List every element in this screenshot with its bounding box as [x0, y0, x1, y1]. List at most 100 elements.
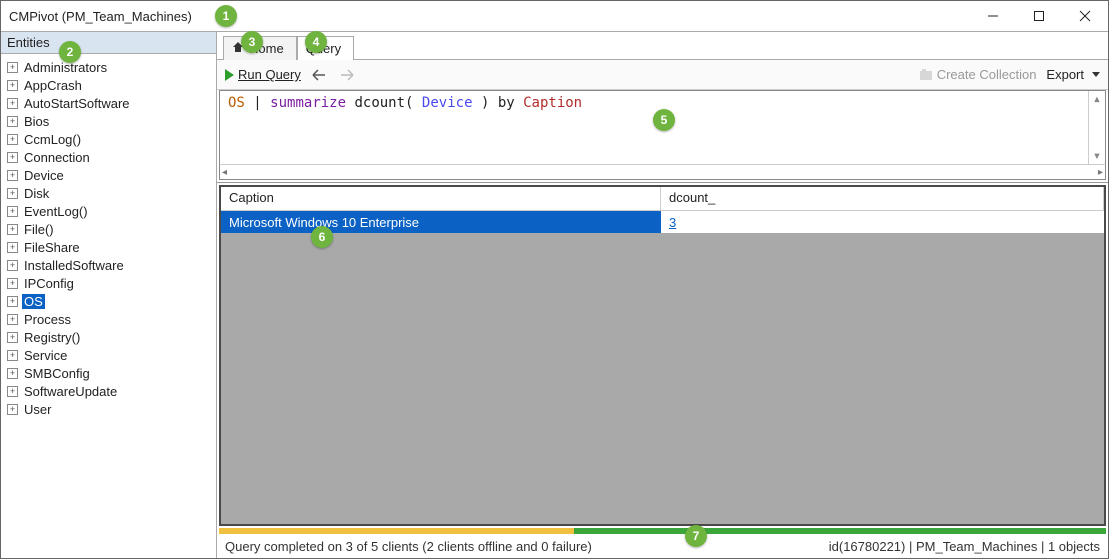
status-bar: Query completed on 3 of 5 clients (2 cli…: [217, 534, 1108, 558]
app-window: 1 2 3 4 5 6 7 CMPivot (PM_Team_Machines)…: [0, 0, 1109, 559]
expand-icon[interactable]: +: [7, 152, 18, 163]
sidebar-item-label: FileShare: [22, 240, 82, 255]
minimize-button[interactable]: [970, 1, 1016, 31]
expand-icon[interactable]: +: [7, 242, 18, 253]
sidebar-item-ccmlog[interactable]: + CcmLog(): [3, 130, 214, 148]
sidebar-item-label: Connection: [22, 150, 92, 165]
sidebar-item-registry[interactable]: + Registry(): [3, 328, 214, 346]
sidebar-item-label: Disk: [22, 186, 51, 201]
sidebar-item-administrators[interactable]: +Administrators: [3, 58, 214, 76]
export-label: Export: [1046, 67, 1084, 82]
run-query-button[interactable]: Run Query: [225, 67, 301, 82]
callout-5: 5: [653, 109, 675, 131]
expand-icon[interactable]: +: [7, 134, 18, 145]
expand-icon[interactable]: +: [7, 296, 18, 307]
sidebar-item-eventlog[interactable]: + EventLog(): [3, 202, 214, 220]
callout-7: 7: [685, 525, 707, 547]
entities-tree[interactable]: +Administrators+AppCrash+AutoStartSoftwa…: [1, 54, 216, 558]
window-title: CMPivot (PM_Team_Machines): [9, 9, 192, 24]
sidebar-item-os[interactable]: + OS: [3, 292, 214, 310]
expand-icon[interactable]: +: [7, 98, 18, 109]
sidebar-item-connection[interactable]: + Connection: [3, 148, 214, 166]
expand-icon[interactable]: +: [7, 188, 18, 199]
sidebar-item-fileshare[interactable]: + FileShare: [3, 238, 214, 256]
run-query-label: Run Query: [238, 67, 301, 82]
callout-6: 6: [311, 226, 333, 248]
grid-header: Caption dcount_: [221, 187, 1104, 211]
sidebar-item-label: Service: [22, 348, 69, 363]
collection-icon: [919, 68, 933, 82]
expand-icon[interactable]: +: [7, 314, 18, 325]
status-message: Query completed on 3 of 5 clients (2 cli…: [225, 539, 592, 554]
expand-icon[interactable]: +: [7, 386, 18, 397]
expand-icon[interactable]: +: [7, 332, 18, 343]
expand-icon[interactable]: +: [7, 368, 18, 379]
table-row[interactable]: Microsoft Windows 10 Enterprise 3: [221, 211, 1104, 233]
sidebar-item-label: File(): [22, 222, 56, 237]
sidebar-item-label: EventLog(): [22, 204, 90, 219]
sidebar-item-softwareupdate[interactable]: + SoftwareUpdate: [3, 382, 214, 400]
sidebar-item-disk[interactable]: + Disk: [3, 184, 214, 202]
window-controls: [970, 1, 1108, 31]
results-grid: Caption dcount_ Microsoft Windows 10 Ent…: [219, 185, 1106, 526]
expand-icon[interactable]: +: [7, 80, 18, 91]
sidebar-item-bios[interactable]: + Bios: [3, 112, 214, 130]
play-icon: [225, 69, 234, 81]
sidebar-item-process[interactable]: + Process: [3, 310, 214, 328]
sidebar-item-device[interactable]: + Device: [3, 166, 214, 184]
sidebar-item-label: AppCrash: [22, 78, 84, 93]
sidebar-item-service[interactable]: + Service: [3, 346, 214, 364]
nav-back-button[interactable]: [311, 68, 329, 82]
expand-icon[interactable]: +: [7, 206, 18, 217]
callout-3: 3: [241, 31, 263, 53]
sidebar-item-label: SoftwareUpdate: [22, 384, 119, 399]
sidebar-item-appcrash[interactable]: + AppCrash: [3, 76, 214, 94]
sidebar-item-label: CcmLog(): [22, 132, 83, 147]
column-header-caption[interactable]: Caption: [221, 187, 661, 211]
close-button[interactable]: [1062, 1, 1108, 31]
sidebar-item-label: IPConfig: [22, 276, 76, 291]
query-toolbar: Run Query Create Collection Export: [217, 60, 1108, 90]
maximize-button[interactable]: [1016, 1, 1062, 31]
titlebar: CMPivot (PM_Team_Machines): [1, 1, 1108, 31]
sidebar-item-label: OS: [22, 294, 45, 309]
create-collection-label: Create Collection: [937, 67, 1037, 82]
sidebar-item-ipconfig[interactable]: + IPConfig: [3, 274, 214, 292]
nav-forward-button[interactable]: [339, 68, 357, 82]
sidebar-item-installedsoftware[interactable]: + InstalledSoftware: [3, 256, 214, 274]
sidebar-item-file[interactable]: + File(): [3, 220, 214, 238]
sidebar-item-user[interactable]: + User: [3, 400, 214, 418]
expand-icon[interactable]: +: [7, 278, 18, 289]
export-button[interactable]: Export: [1046, 67, 1100, 82]
expand-icon[interactable]: +: [7, 170, 18, 181]
create-collection-button[interactable]: Create Collection: [919, 67, 1037, 82]
entities-header: Entities: [1, 32, 216, 54]
expand-icon[interactable]: +: [7, 404, 18, 415]
cell-dcount[interactable]: 3: [661, 211, 1104, 233]
chevron-down-icon: [1092, 72, 1100, 77]
expand-icon[interactable]: +: [7, 62, 18, 73]
sidebar-item-label: Device: [22, 168, 66, 183]
sidebar-item-label: SMBConfig: [22, 366, 92, 381]
column-header-dcount[interactable]: dcount_: [661, 187, 1104, 211]
callout-4: 4: [305, 31, 327, 53]
sidebar-item-label: Process: [22, 312, 73, 327]
status-context: id(16780221) | PM_Team_Machines | 1 obje…: [829, 539, 1100, 554]
sidebar-item-label: InstalledSoftware: [22, 258, 126, 273]
expand-icon[interactable]: +: [7, 116, 18, 127]
editor-horizontal-scrollbar[interactable]: ◂▸: [219, 164, 1106, 180]
expand-icon[interactable]: +: [7, 224, 18, 235]
callout-1: 1: [215, 5, 237, 27]
sidebar-item-smbconfig[interactable]: + SMBConfig: [3, 364, 214, 382]
editor-vertical-scrollbar[interactable]: ▴▾: [1088, 91, 1105, 164]
sidebar-item-label: User: [22, 402, 53, 417]
sidebar-item-label: Registry(): [22, 330, 82, 345]
sidebar-item-label: AutoStartSoftware: [22, 96, 132, 111]
query-editor-wrap: OS | summarize dcount( Device ) by Capti…: [217, 90, 1108, 183]
expand-icon[interactable]: +: [7, 260, 18, 271]
sidebar-item-label: Bios: [22, 114, 51, 129]
sidebar-item-autostartsoftware[interactable]: + AutoStartSoftware: [3, 94, 214, 112]
expand-icon[interactable]: +: [7, 350, 18, 361]
tab-strip: Home Query: [217, 32, 1108, 60]
callout-2: 2: [59, 41, 81, 63]
